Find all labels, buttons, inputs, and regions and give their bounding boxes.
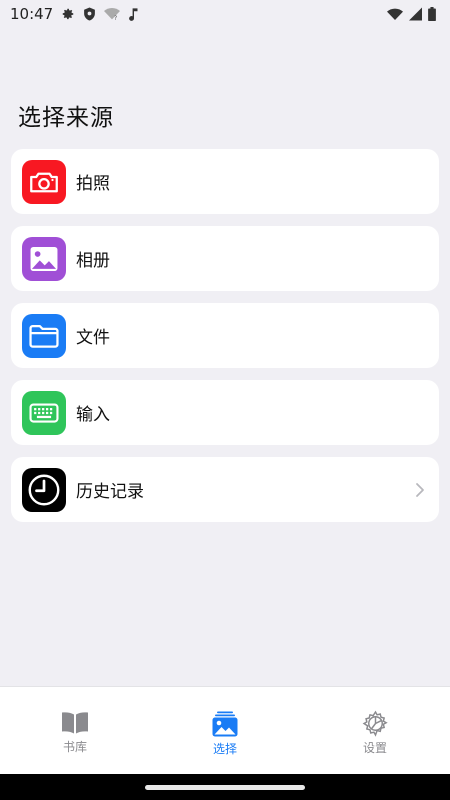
wifi-question-icon: ? [104, 7, 121, 21]
book-icon [60, 710, 90, 736]
source-list: 拍照 相册 文件 输入 历史记录 [11, 149, 439, 534]
battery-icon [428, 7, 436, 21]
source-item-label: 历史记录 [76, 482, 144, 502]
clock-icon [22, 467, 66, 512]
status-right [387, 7, 436, 21]
source-item-input[interactable]: 输入 [11, 380, 439, 445]
tab-settings[interactable]: 设置 [300, 687, 450, 756]
svg-text:?: ? [114, 15, 117, 21]
tab-select[interactable]: 选择 [150, 687, 300, 757]
source-item-label: 拍照 [76, 174, 110, 194]
status-left: 10:47 ? [10, 5, 140, 23]
status-bar: 10:47 ? [0, 0, 450, 28]
signal-icon [409, 7, 422, 21]
camera-icon [22, 159, 66, 204]
home-indicator[interactable] [145, 784, 305, 790]
gear-icon [61, 7, 75, 21]
source-item-file[interactable]: 文件 [11, 303, 439, 368]
source-item-history[interactable]: 历史记录 [11, 457, 439, 522]
source-item-album[interactable]: 相册 [11, 226, 439, 291]
source-item-label: 文件 [76, 328, 110, 348]
tab-label: 书库 [62, 740, 87, 754]
status-time: 10:47 [10, 5, 54, 23]
photo-stack-icon [211, 710, 239, 738]
system-nav-bar [0, 774, 450, 800]
gear-icon [362, 710, 389, 737]
source-item-label: 相册 [76, 251, 110, 271]
tab-label: 选择 [212, 742, 237, 756]
source-item-label: 输入 [76, 405, 110, 425]
page-title: 选择来源 [18, 105, 114, 131]
tab-bar: 书库 选择 设置 [0, 686, 450, 774]
music-note-icon [128, 7, 140, 21]
source-item-camera[interactable]: 拍照 [11, 149, 439, 214]
chevron-right-icon [415, 482, 425, 498]
tab-label: 设置 [362, 741, 387, 755]
wifi-icon [387, 7, 403, 21]
folder-icon [22, 313, 66, 358]
keyboard-icon [22, 390, 66, 435]
shield-icon [83, 7, 96, 21]
photo-icon [22, 236, 66, 281]
tab-library[interactable]: 书库 [0, 687, 150, 755]
